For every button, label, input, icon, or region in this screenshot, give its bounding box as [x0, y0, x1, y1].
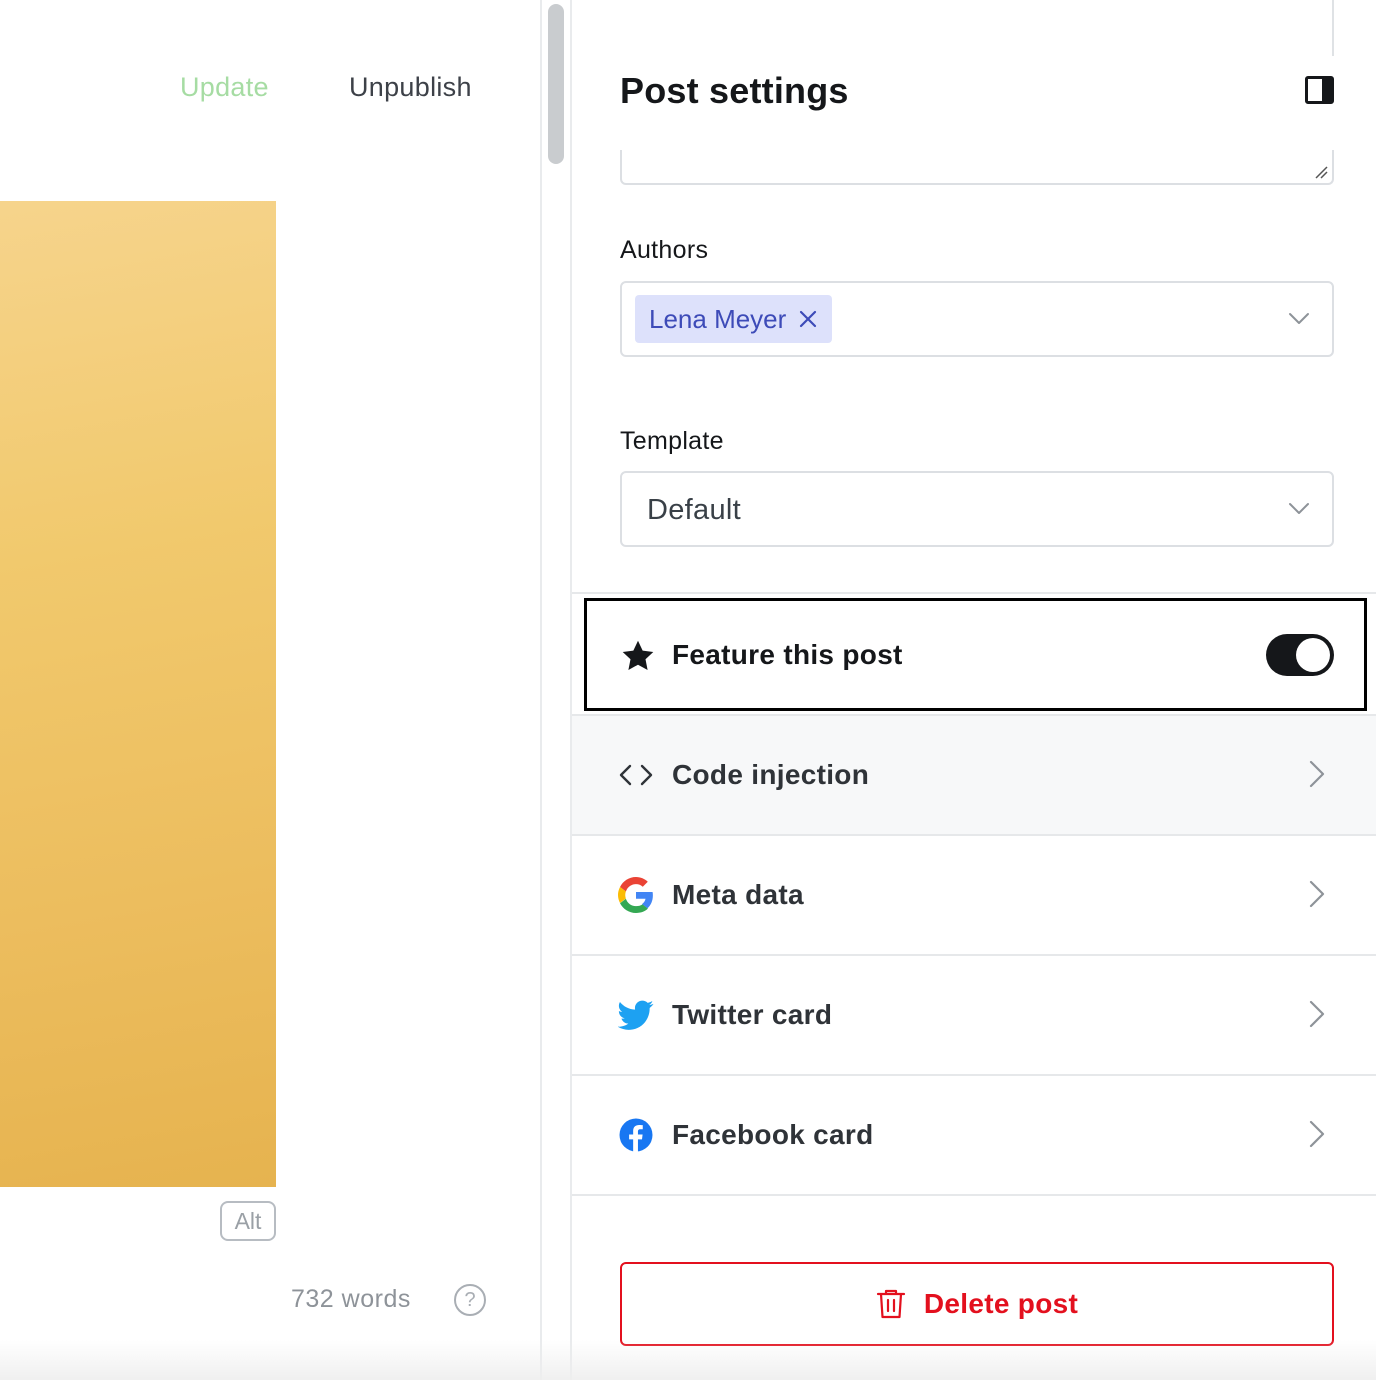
- code-icon: [619, 764, 653, 786]
- editor-area: Update Unpublish Alt 732 words ?: [0, 0, 540, 1380]
- delete-post-label: Delete post: [923, 1288, 1079, 1319]
- post-settings-panel: Post settings Authors Lena Meyer Templat…: [572, 0, 1376, 1380]
- feature-post-label: Feature this post: [672, 639, 903, 670]
- star-icon: [622, 640, 654, 670]
- chevron-right-icon: [1309, 1000, 1325, 1028]
- menu-item-label: Twitter card: [672, 999, 833, 1030]
- menu-item-meta-data[interactable]: Meta data: [572, 836, 1376, 956]
- authors-select[interactable]: Lena Meyer: [620, 281, 1334, 357]
- feature-image[interactable]: [0, 201, 276, 1187]
- menu-item-code-injection[interactable]: Code injection: [572, 716, 1376, 836]
- panel-divider: [1332, 0, 1334, 56]
- update-button[interactable]: Update: [180, 72, 269, 103]
- template-select[interactable]: Default: [620, 471, 1334, 547]
- author-token: Lena Meyer: [635, 295, 833, 343]
- help-icon[interactable]: ?: [454, 1284, 486, 1316]
- chevron-down-icon: [1289, 503, 1309, 514]
- toggle-knob: [1296, 638, 1330, 672]
- trash-icon: [876, 1289, 905, 1319]
- chevron-right-icon: [1309, 1120, 1325, 1148]
- template-value: Default: [647, 494, 741, 526]
- twitter-icon: [618, 1000, 654, 1030]
- section-divider: [572, 592, 1376, 594]
- chevron-down-icon: [1289, 313, 1309, 324]
- chevron-right-icon: [1309, 880, 1325, 908]
- author-name: Lena Meyer: [649, 303, 787, 334]
- unpublish-button[interactable]: Unpublish: [349, 72, 472, 103]
- sidebar-toggle-icon[interactable]: [1305, 76, 1334, 104]
- resize-handle-icon[interactable]: [1314, 165, 1328, 179]
- help-glyph: ?: [464, 1288, 476, 1311]
- scrollbar-thumb[interactable]: [548, 4, 564, 164]
- delete-post-button[interactable]: Delete post: [620, 1262, 1334, 1346]
- panel-title: Post settings: [620, 70, 849, 111]
- menu-item-label: Facebook card: [672, 1119, 874, 1150]
- menu-item-twitter-card[interactable]: Twitter card: [572, 956, 1376, 1076]
- feature-post-row[interactable]: Feature this post: [584, 598, 1367, 711]
- image-alt-button[interactable]: Alt: [220, 1201, 276, 1241]
- menu-item-label: Code injection: [672, 759, 870, 790]
- close-icon[interactable]: [798, 309, 818, 329]
- facebook-icon: [619, 1118, 653, 1152]
- word-count: 732 words: [291, 1285, 411, 1313]
- authors-label: Authors: [620, 236, 709, 264]
- excerpt-textarea[interactable]: [620, 150, 1334, 185]
- editor-scrollbar[interactable]: [540, 0, 572, 1380]
- google-icon: [618, 877, 653, 913]
- chevron-right-icon: [1309, 760, 1325, 788]
- template-label: Template: [620, 427, 724, 455]
- menu-item-facebook-card[interactable]: Facebook card: [572, 1076, 1376, 1196]
- feature-toggle[interactable]: [1266, 634, 1334, 676]
- menu-item-label: Meta data: [672, 879, 804, 910]
